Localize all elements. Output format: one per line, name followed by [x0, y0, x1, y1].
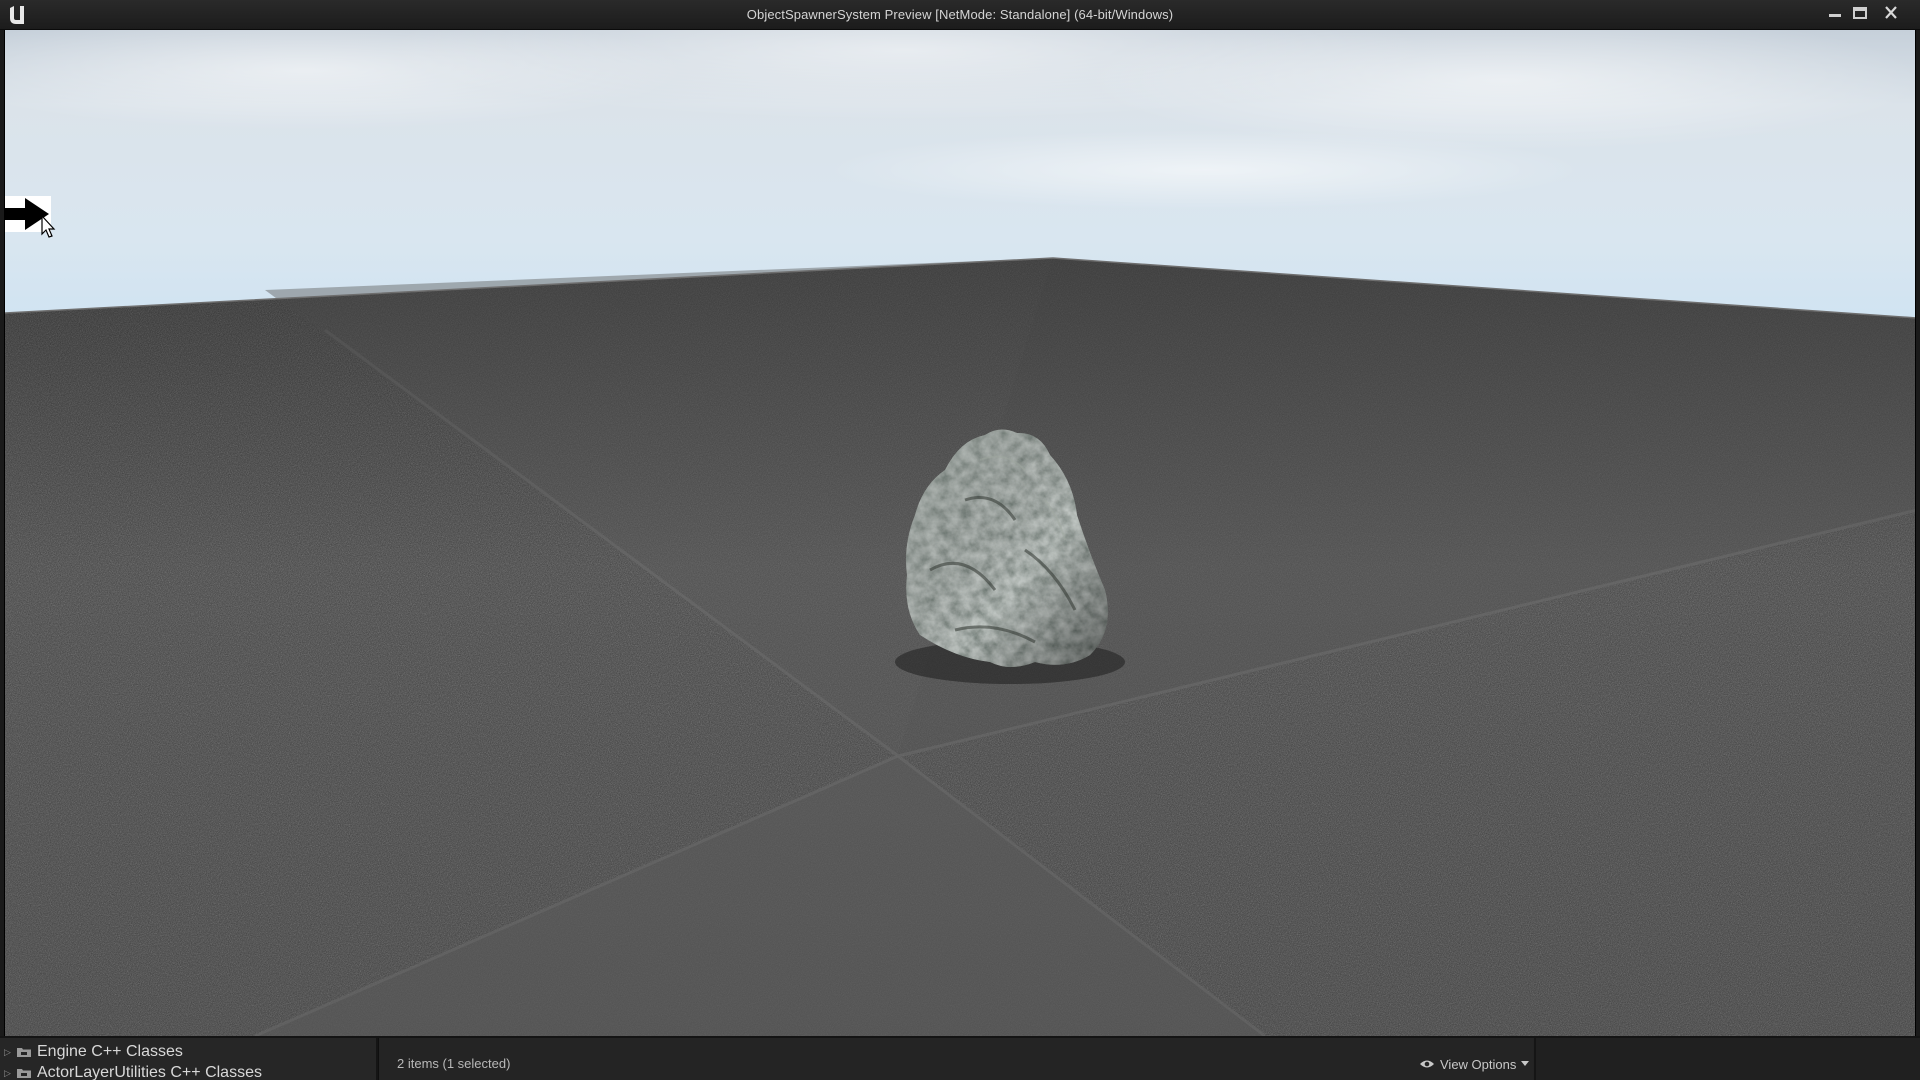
viewport-scene: [5, 30, 1915, 1036]
maximize-button[interactable]: [1847, 3, 1873, 23]
title-bar[interactable]: ObjectSpawnerSystem Preview [NetMode: St…: [0, 0, 1920, 30]
game-preview-window: ObjectSpawnerSystem Preview [NetMode: St…: [0, 0, 1920, 1080]
eye-icon: [1420, 1060, 1434, 1068]
item-count-status: 2 items (1 selected): [397, 1056, 511, 1071]
details-panel-edge: [1534, 1038, 1920, 1080]
tree-item-label: ActorLayerUtilities C++ Classes: [37, 1064, 262, 1080]
view-options-button[interactable]: View Options: [1419, 1054, 1530, 1074]
folder-tree: ▷ Engine C++ Classes ▷ ActorLayerUtiliti…: [0, 1038, 378, 1080]
expand-arrow-icon[interactable]: ▷: [4, 1047, 14, 1058]
folder-icon: [17, 1048, 31, 1057]
cursor-icon: [5, 196, 56, 238]
close-button[interactable]: [1878, 3, 1904, 23]
content-browser-strip: ▷ Engine C++ Classes ▷ ActorLayerUtiliti…: [0, 1036, 1920, 1080]
window-title: ObjectSpawnerSystem Preview [NetMode: St…: [746, 7, 1174, 22]
view-options-label: View Options: [1440, 1056, 1517, 1072]
expand-arrow-icon[interactable]: ▷: [4, 1068, 14, 1079]
tree-item-engine-cpp-classes[interactable]: ▷ Engine C++ Classes: [4, 1042, 183, 1062]
chevron-down-icon: [1521, 1061, 1530, 1066]
folder-icon: [17, 1069, 31, 1078]
asset-view[interactable]: 2 items (1 selected) View Options: [378, 1038, 1533, 1080]
game-viewport[interactable]: [4, 30, 1916, 1036]
tree-item-actorlayerutilities-cpp-classes[interactable]: ▷ ActorLayerUtilities C++ Classes: [4, 1063, 262, 1080]
minimize-button[interactable]: [1822, 3, 1848, 23]
tree-item-label: Engine C++ Classes: [37, 1043, 183, 1060]
